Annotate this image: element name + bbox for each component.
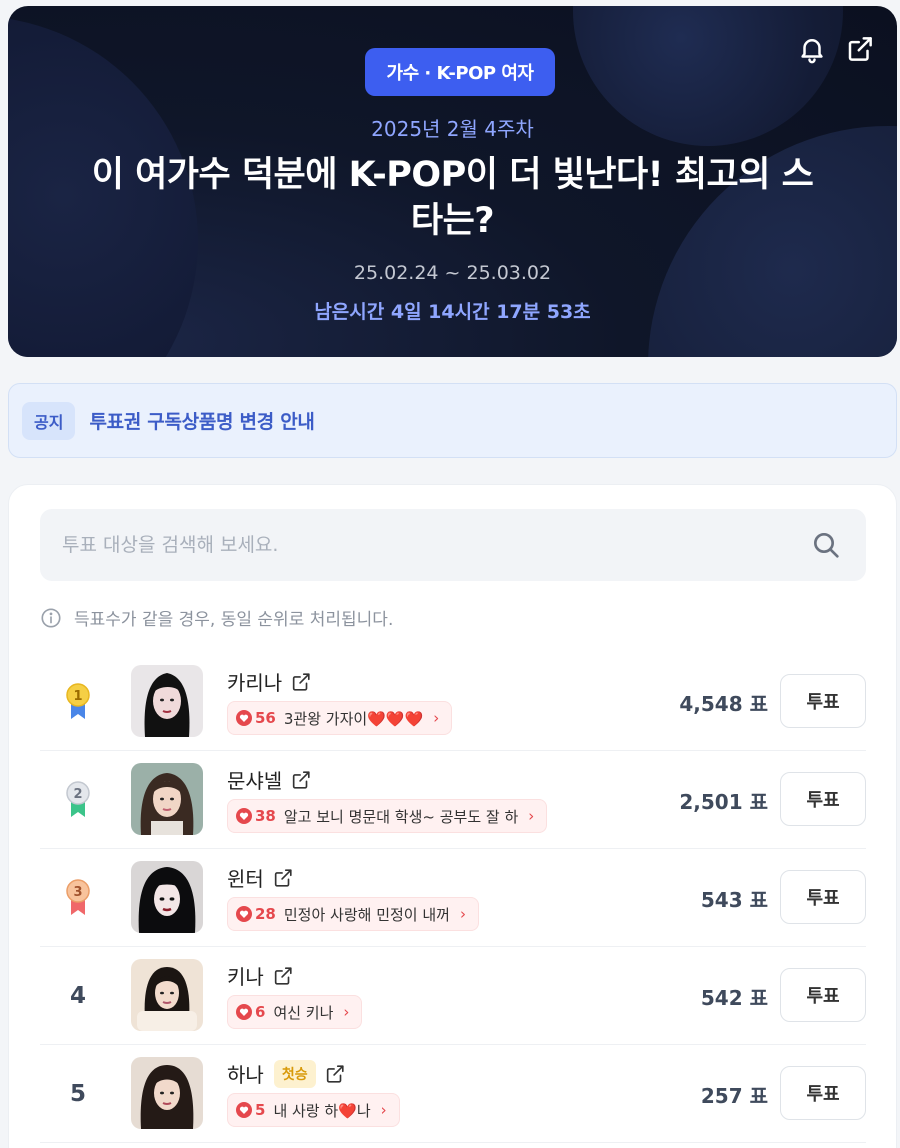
cheer-text: 3관왕 가자이❤️❤️❤️ — [283, 709, 424, 728]
ranking-row: 3 윈터 28 민정아 사랑해 민정이 내꺼 › 543 표 투표 — [40, 849, 866, 947]
page-title: 이 여가수 덕분에 K-POP이 더 빛난다! 최고의 스타는? — [91, 155, 814, 241]
medal-rank: 1 — [73, 689, 82, 704]
rank-number: 4 — [69, 983, 86, 1009]
cheer-text: 민정아 사랑해 민정이 내꺼 — [283, 905, 450, 924]
date-range: 25.02.24 ~ 25.03.02 — [353, 262, 552, 284]
vote-button[interactable]: 투표 — [780, 870, 866, 924]
cheer-message[interactable]: 38 알고 보니 명문대 학생~ 공부도 잘 하 › — [227, 799, 548, 833]
rank-number: 5 — [69, 1081, 86, 1107]
avatar[interactable] — [131, 959, 203, 1031]
cheer-message[interactable]: 5 내 사랑 하❤️나 › — [227, 1093, 400, 1127]
heart-icon — [236, 1102, 252, 1118]
category-badge: 가수 · K-POP 여자 — [365, 48, 555, 96]
hero-actions — [797, 34, 875, 64]
chevron-right-icon: › — [528, 807, 535, 825]
remaining-time: 남은시간 4일 14시간 17분 53초 — [314, 301, 591, 323]
week-label: 2025년 2월 4주차 — [371, 117, 534, 141]
avatar[interactable] — [131, 861, 203, 933]
chevron-right-icon: › — [343, 1003, 350, 1021]
ranking-row: 5 하나 첫승 5 내 사랑 하❤️나 › 257 표 투표 — [40, 1045, 866, 1143]
tie-rule-note: 득표수가 같을 경우, 동일 순위로 처리됩니다. — [40, 605, 393, 630]
avatar[interactable] — [131, 665, 203, 737]
artist-name[interactable]: 하나 — [227, 1059, 264, 1088]
share-icon[interactable] — [845, 34, 875, 64]
gold-medal-icon: 1 — [66, 683, 90, 719]
cheer-count: 6 — [255, 1003, 266, 1021]
cheer-text: 여신 키나 — [273, 1003, 334, 1022]
notice-bar[interactable]: 공지 투표권 구독상품명 변경 안내 — [8, 383, 897, 458]
avatar[interactable] — [131, 1057, 203, 1129]
cheer-text: 알고 보니 명문대 학생~ 공부도 잘 하 — [283, 807, 519, 826]
notice-tag: 공지 — [22, 401, 76, 440]
bronze-medal-icon: 3 — [66, 879, 90, 915]
chevron-right-icon: › — [380, 1101, 387, 1119]
cheer-message[interactable]: 6 여신 키나 › — [227, 995, 363, 1029]
heart-icon — [236, 1004, 252, 1020]
artist-name[interactable]: 카리나 — [227, 667, 282, 696]
heart-icon — [236, 808, 252, 824]
external-link-icon[interactable] — [324, 1063, 346, 1085]
vote-count: 2,501 표 — [679, 789, 768, 814]
tie-rule-text: 득표수가 같을 경우, 동일 순위로 처리됩니다. — [74, 610, 394, 630]
silver-medal-icon: 2 — [66, 781, 90, 817]
avatar[interactable] — [131, 763, 203, 835]
external-link-icon[interactable] — [272, 867, 294, 889]
artist-name[interactable]: 키나 — [227, 961, 264, 990]
chevron-right-icon: › — [433, 709, 440, 727]
external-link-icon[interactable] — [290, 769, 312, 791]
external-link-icon[interactable] — [272, 965, 294, 987]
medal-rank: 2 — [73, 787, 82, 802]
heart-icon — [236, 906, 252, 922]
heart-icon — [236, 710, 252, 726]
name-line: 문샤넬 — [227, 765, 312, 794]
cheer-message[interactable]: 28 민정아 사랑해 민정이 내꺼 › — [227, 897, 479, 931]
chevron-right-icon: › — [459, 905, 466, 923]
artist-name[interactable]: 문샤넬 — [227, 765, 282, 794]
cheer-count: 56 — [255, 709, 276, 727]
vote-count: 4,548 표 — [679, 691, 768, 716]
bell-icon[interactable] — [797, 34, 827, 64]
search-input[interactable] — [62, 509, 762, 581]
vote-count: 257 표 — [700, 1083, 768, 1108]
cheer-count: 38 — [255, 807, 276, 825]
external-link-icon[interactable] — [290, 671, 312, 693]
ranking-row: 4 키나 6 여신 키나 › 542 표 투표 — [40, 947, 866, 1045]
info-icon — [41, 607, 61, 628]
first-win-badge: 첫승 — [273, 1059, 316, 1088]
search-icon[interactable] — [810, 529, 842, 561]
vote-button[interactable]: 투표 — [780, 674, 866, 728]
cheer-text: 내 사랑 하❤️나 — [273, 1101, 371, 1120]
ranking-card: 득표수가 같을 경우, 동일 순위로 처리됩니다. 1 카리나 — [8, 484, 897, 1148]
cheer-message[interactable]: 56 3관왕 가자이❤️❤️❤️ › — [227, 701, 453, 735]
medal-rank: 3 — [73, 885, 82, 900]
ranking-row: 2 문샤넬 38 알고 보니 명문대 학생~ 공부도 잘 하 › 2,501 표… — [40, 751, 866, 849]
artist-name[interactable]: 윈터 — [227, 863, 264, 892]
name-line: 키나 — [227, 961, 294, 990]
name-line: 윈터 — [227, 863, 294, 892]
name-line: 하나 첫승 — [227, 1059, 346, 1088]
vote-button[interactable]: 투표 — [780, 968, 866, 1022]
notice-link[interactable]: 투표권 구독상품명 변경 안내 — [89, 407, 314, 434]
vote-button[interactable]: 투표 — [780, 1066, 866, 1120]
ranking-row: 1 카리나 56 3관왕 가자이❤️❤️❤️ › 4,548 표 투표 — [40, 653, 866, 751]
cheer-count: 28 — [255, 905, 276, 923]
vote-count: 543 표 — [700, 887, 768, 912]
cheer-count: 5 — [255, 1101, 266, 1119]
name-line: 카리나 — [227, 667, 312, 696]
search-box — [40, 509, 866, 581]
vote-count: 542 표 — [700, 985, 768, 1010]
vote-hero-banner: 가수 · K-POP 여자 2025년 2월 4주차 이 여가수 덕분에 K-P… — [8, 6, 897, 357]
vote-button[interactable]: 투표 — [780, 772, 866, 826]
